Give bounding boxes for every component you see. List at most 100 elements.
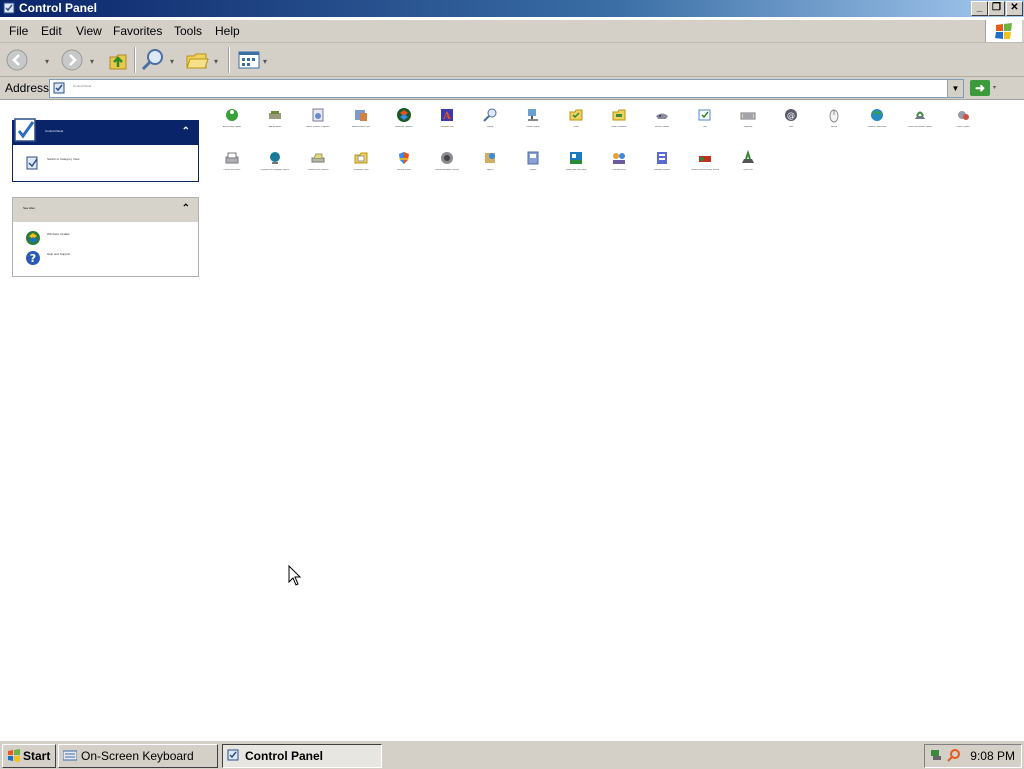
- search-tray-icon[interactable]: [947, 748, 961, 762]
- minimize-button[interactable]: _: [971, 1, 988, 16]
- add-remove-programs-item[interactable]: Add or Remove Programs: [298, 103, 338, 143]
- system-icon: [527, 151, 539, 165]
- power-options-item[interactable]: Power Options: [943, 103, 983, 143]
- menu-tools[interactable]: Tools: [174, 24, 202, 38]
- clock: 9:08 PM: [970, 749, 1015, 763]
- address-value: Control Panel: [73, 84, 92, 88]
- switch-category-view-link[interactable]: Switch to Category View: [13, 153, 198, 173]
- menu-file[interactable]: File: [9, 24, 28, 38]
- mail-icon: @: [785, 109, 797, 121]
- panel-title: See Also: [23, 206, 35, 210]
- keyboard-item[interactable]: Keyboard: [728, 103, 768, 143]
- help-icon: ?: [26, 251, 40, 265]
- network-icon: [528, 109, 538, 121]
- panel-header[interactable]: Control Panel ⌃: [13, 118, 198, 145]
- fonts-item[interactable]: Fonts: [556, 103, 596, 143]
- taskbar: Start On-Screen Keyboard Control Panel 9…: [0, 740, 1024, 769]
- views-dropdown-icon[interactable]: ▾: [263, 57, 267, 66]
- forward-button[interactable]: [60, 47, 84, 73]
- wireless-setup-item[interactable]: Wireless Network Setup Wizard: [685, 146, 725, 186]
- back-dropdown-icon[interactable]: ▾: [45, 57, 49, 66]
- taskbar-icon: [570, 152, 582, 164]
- windows-firewall-item[interactable]: Windows Firewall: [642, 146, 682, 186]
- printer-icon: [225, 152, 239, 164]
- folders-dropdown-icon[interactable]: ▾: [214, 57, 218, 66]
- game-controllers-item[interactable]: Game Controllers: [599, 103, 639, 143]
- svg-text:A: A: [442, 111, 451, 122]
- speaker-icon: [441, 152, 453, 164]
- system-tray: 9:08 PM: [924, 744, 1022, 768]
- mouse-icon: [829, 109, 839, 123]
- search-button[interactable]: [140, 47, 166, 73]
- windows-update-link[interactable]: Windows Update: [13, 228, 198, 248]
- scheduled-tasks-item[interactable]: Scheduled Tasks: [341, 146, 381, 186]
- game-controller-icon: [656, 113, 668, 119]
- go-dropdown-icon[interactable]: ▾: [993, 84, 996, 91]
- java-item[interactable]: Java: [685, 103, 725, 143]
- control-panel-icon: [53, 82, 65, 94]
- accessibility-icon: [226, 109, 238, 121]
- collapse-icon[interactable]: ⌃: [182, 203, 190, 214]
- system-item[interactable]: System: [513, 146, 553, 186]
- svg-text:@: @: [787, 111, 795, 120]
- task-control-panel[interactable]: Control Panel: [222, 744, 382, 768]
- start-button[interactable]: Start: [2, 744, 56, 768]
- fonts-icon: A: [441, 109, 453, 122]
- quicktime-item[interactable]: QuickTime: [728, 146, 768, 186]
- wireless-icon: [699, 156, 711, 162]
- mouse-item[interactable]: Mouse: [814, 103, 854, 143]
- keyboard-icon: [63, 750, 77, 761]
- scanners-cameras-item[interactable]: Scanners and Cameras: [298, 146, 338, 186]
- add-hardware-item[interactable]: Add Hardware: [255, 103, 295, 143]
- views-button[interactable]: [236, 47, 262, 73]
- menu-view[interactable]: View: [76, 24, 102, 38]
- windows-flag-icon: [8, 749, 20, 762]
- user-accounts-item[interactable]: User Accounts: [599, 146, 639, 186]
- network-tray-icon[interactable]: [929, 748, 943, 762]
- control-panel-large-icon: [14, 118, 36, 142]
- network-connections-item[interactable]: Network Connections: [857, 103, 897, 143]
- accessibility-options-item[interactable]: Accessibility Options: [212, 103, 252, 143]
- shield-icon: [399, 152, 409, 164]
- regional-language-item[interactable]: Regional and Language Options: [255, 146, 295, 186]
- collapse-icon[interactable]: ⌃: [182, 126, 190, 137]
- restore-button[interactable]: ❐: [988, 1, 1005, 16]
- close-button[interactable]: ✕: [1006, 1, 1023, 16]
- network-wizard-icon: [742, 150, 754, 163]
- date-time-item[interactable]: A Date and Time: [427, 103, 467, 143]
- address-dropdown-button[interactable]: ▼: [947, 80, 963, 97]
- mail-item[interactable]: @ Mail: [771, 103, 811, 143]
- menu-help[interactable]: Help: [215, 24, 240, 38]
- internet-options-item[interactable]: Internet Options: [642, 103, 682, 143]
- up-folder-button[interactable]: [106, 47, 130, 73]
- go-button[interactable]: ➜: [970, 80, 990, 96]
- display-icon: [483, 108, 497, 122]
- printers-faxes-item[interactable]: Printers and Faxes: [212, 146, 252, 186]
- help-and-support-link[interactable]: ? Help and Support: [13, 248, 198, 268]
- title-bar: Control Panel _ ❐ ✕: [0, 0, 1024, 17]
- panel-header[interactable]: See Also ⌃: [13, 198, 198, 222]
- taskbar-start-menu-item[interactable]: Taskbar and Start Menu: [556, 146, 596, 186]
- task-on-screen-keyboard[interactable]: On-Screen Keyboard: [58, 744, 218, 768]
- phone-modem-item[interactable]: Phone and Modem Options: [900, 103, 940, 143]
- control-panel-icon: [3, 2, 15, 14]
- administrative-tools-item[interactable]: Administrative Tools: [341, 103, 381, 143]
- automatic-updates-item[interactable]: Automatic Updates: [384, 103, 424, 143]
- power-icon: [958, 111, 969, 120]
- security-center-item[interactable]: Security Center: [384, 146, 424, 186]
- menu-edit[interactable]: Edit: [41, 24, 62, 38]
- folder-options-item[interactable]: Folder Options: [513, 103, 553, 143]
- forward-dropdown-icon[interactable]: ▾: [90, 57, 94, 66]
- address-input[interactable]: Control Panel ▼: [49, 79, 964, 98]
- sounds-audio-item[interactable]: Sounds and Audio Devices: [427, 146, 467, 186]
- category-view-icon: [26, 156, 38, 170]
- menu-favorites[interactable]: Favorites: [113, 24, 162, 38]
- search-dropdown-icon[interactable]: ▾: [170, 57, 174, 66]
- folders-button[interactable]: [184, 47, 210, 73]
- scanner-icon: [311, 153, 325, 163]
- windows-logo: [985, 20, 1022, 42]
- see-also-task-pane: See Also ⌃ Windows Update ? Help and Sup…: [12, 197, 199, 277]
- speech-item[interactable]: Speech: [470, 146, 510, 186]
- back-button[interactable]: [5, 47, 29, 73]
- display-item[interactable]: Display: [470, 103, 510, 143]
